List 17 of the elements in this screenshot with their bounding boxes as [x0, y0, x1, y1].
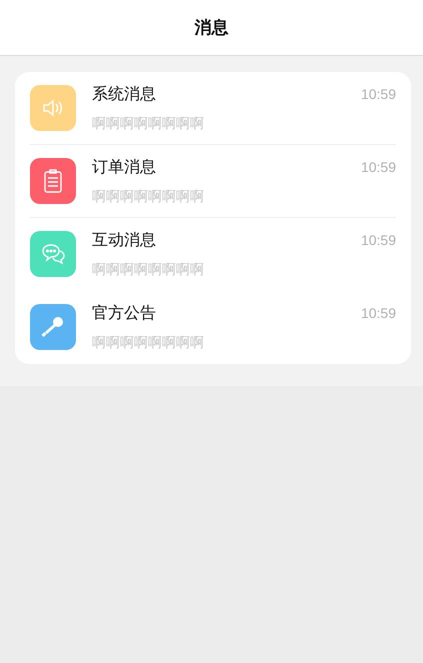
message-time: 10:59 [360, 232, 396, 248]
message-time: 10:59 [360, 305, 396, 321]
message-preview: 啊啊啊啊啊啊啊啊 [92, 114, 205, 132]
message-time: 10:59 [360, 86, 396, 102]
page-title: 消息 [194, 17, 228, 39]
message-preview: 啊啊啊啊啊啊啊啊 [92, 334, 205, 352]
message-title: 订单消息 [92, 156, 156, 178]
message-item[interactable]: 系统消息 10:59 啊啊啊啊啊啊啊啊 [30, 72, 396, 145]
message-title: 系统消息 [92, 84, 156, 104]
message-item[interactable]: 订单消息 10:59 啊啊啊啊啊啊啊啊 [30, 145, 396, 218]
message-title: 互动消息 [92, 230, 156, 250]
message-item[interactable]: 互动消息 10:59 啊啊啊啊啊啊啊啊 [30, 218, 396, 291]
message-title: 官方公告 [92, 302, 156, 324]
message-item[interactable]: 官方公告 10:59 啊啊啊啊啊啊啊啊 [30, 291, 396, 364]
message-preview: 啊啊啊啊啊啊啊啊 [92, 188, 205, 206]
message-time: 10:59 [360, 159, 396, 175]
message-preview: 啊啊啊啊啊啊啊啊 [92, 260, 205, 278]
